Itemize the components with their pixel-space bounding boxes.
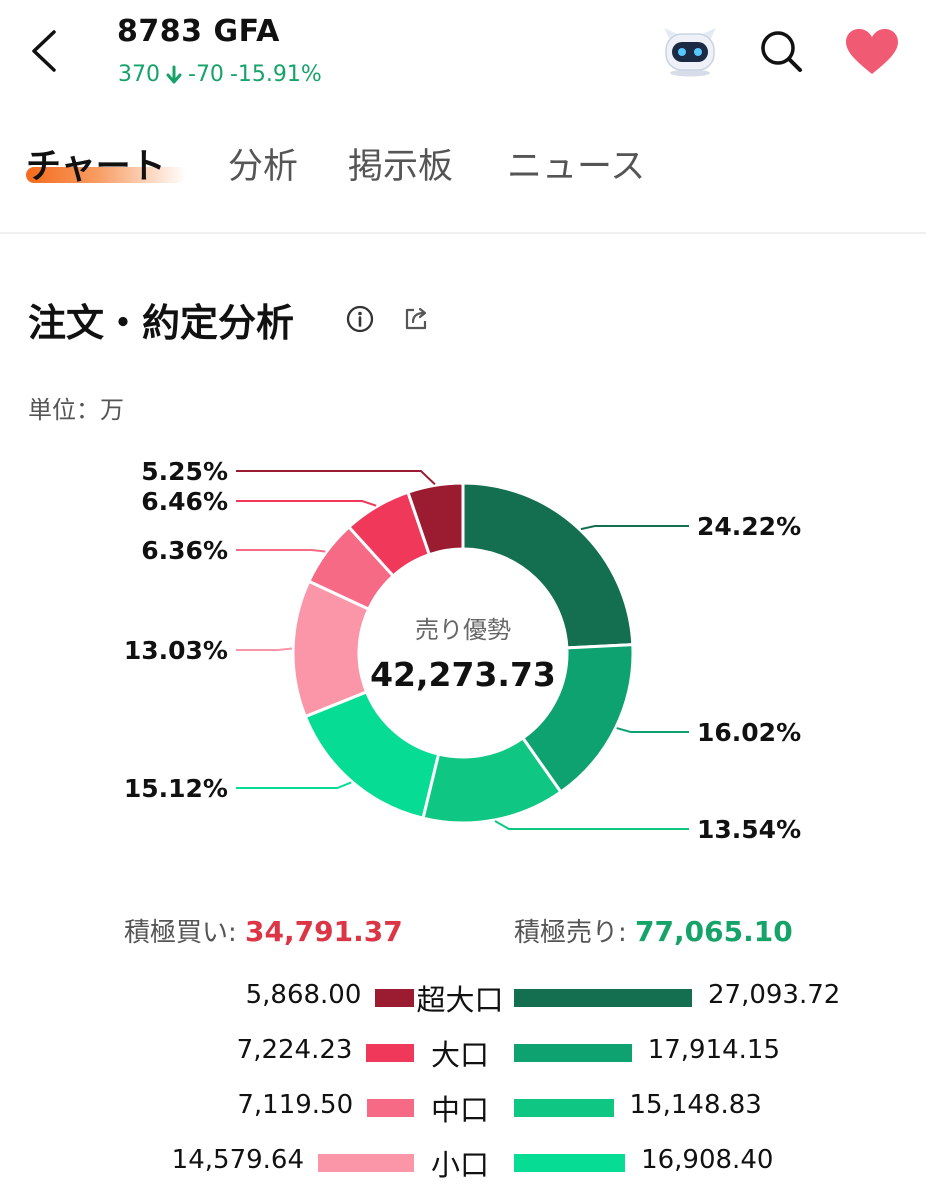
sell-bar [514,1154,626,1172]
donut-leader-line [236,647,293,651]
sell-value: 17,914.15 [647,1035,781,1065]
sell-value: 27,093.72 [708,980,841,1010]
donut-slice-label: 6.36% [141,536,228,565]
donut-leader-line [236,470,436,486]
breakdown-row-medium: 7,119.50 中口 15,148.83 [0,1090,926,1130]
donut-slice-label: 6.46% [141,487,228,516]
donut-leader-line [616,727,689,733]
sell-value: 16,908.40 [641,1145,774,1175]
breakdown-row-small: 14,579.64 小口 16,908.40 [0,1145,926,1185]
buy-bar [375,989,414,1007]
donut-center-value: 42,273.73 [370,655,556,694]
order-size-label: 超大口 [416,983,504,1017]
breakdown-row-super-large: 5,868.00 超大口 27,093.72 [0,980,926,1020]
total-sell-label: 積極売り: [514,918,627,948]
donut-leader-line [494,820,689,830]
total-sell-value: 77,065.10 [635,915,793,948]
breakdown-row-large: 7,224.23 大口 17,914.15 [0,1035,926,1075]
share-icon [405,307,427,330]
section-title: 注文・約定分析 [28,301,295,345]
back-button[interactable] [26,26,66,76]
chevron-left-icon [32,30,56,72]
price-change-pct: -15.91% [229,62,322,87]
donut-leader-line [236,500,377,507]
buy-bar [318,1154,414,1172]
info-button[interactable] [345,304,375,338]
price-quote: 370 -70 -15.91% [118,62,322,87]
robot-icon [664,28,716,77]
favorite-button[interactable] [844,28,900,80]
buy-value: 7,224.23 [236,1035,353,1065]
sell-bar [514,1044,632,1062]
search-button[interactable] [756,26,806,80]
tab-analysis[interactable]: 分析 [228,138,298,189]
unit-label: 単位：万 [28,396,124,424]
buy-value: 14,579.64 [171,1145,304,1175]
donut-slice-label: 24.22% [697,512,801,541]
tab-board[interactable]: 掲示板 [348,138,453,189]
price-value: 370 [118,62,160,87]
sell-bar [514,989,692,1007]
order-flow-donut-chart: 24.22% 16.02% 13.54% 15.12% 13.03% 6.36% 6.46%… [124,457,801,840]
sell-value: 15,148.83 [629,1090,762,1120]
donut-leader-line [236,781,352,789]
donut-slice-label: 13.03% [124,636,228,665]
donut-slice-label: 16.02% [697,718,801,747]
donut-slice-label: 15.12% [124,774,228,803]
share-button[interactable] [401,304,431,338]
buy-value: 5,868.00 [245,980,362,1010]
total-buy-label: 積極買い: [124,918,237,948]
price-change: -70 [188,62,224,87]
order-size-label: 小口 [430,1148,489,1182]
stock-header: 8783 GFA 370 -70 -15.91% [0,0,926,112]
info-icon [346,305,374,333]
buy-bar [367,1099,414,1117]
donut-center-label: 売り優勢 [415,616,511,644]
buy-value: 7,119.50 [237,1090,354,1120]
heart-icon [846,29,898,74]
tab-bar: チャート 分析 掲示板 ニュース [0,122,926,234]
robot-assistant-button[interactable] [660,22,720,82]
donut-leader-line [580,525,689,531]
donut-leader-line [236,549,326,553]
total-sell: 積極売り: 77,065.10 [514,912,793,949]
order-size-label: 大口 [430,1038,489,1072]
buy-bar [366,1044,414,1062]
search-icon [761,31,802,72]
arrow-down-icon [166,65,182,83]
tab-news[interactable]: ニュース [507,138,645,189]
tab-chart[interactable]: チャート [26,138,166,189]
total-buy-value: 34,791.37 [245,915,403,948]
order-size-label: 中口 [430,1093,489,1127]
total-buy: 積極買い: 34,791.37 [124,912,403,949]
sell-bar [514,1099,614,1117]
donut-slice-label: 13.54% [697,815,801,840]
donut-slice-label: 5.25% [141,457,228,486]
stock-title: 8783 GFA [117,14,280,49]
donut-slice [303,689,441,821]
